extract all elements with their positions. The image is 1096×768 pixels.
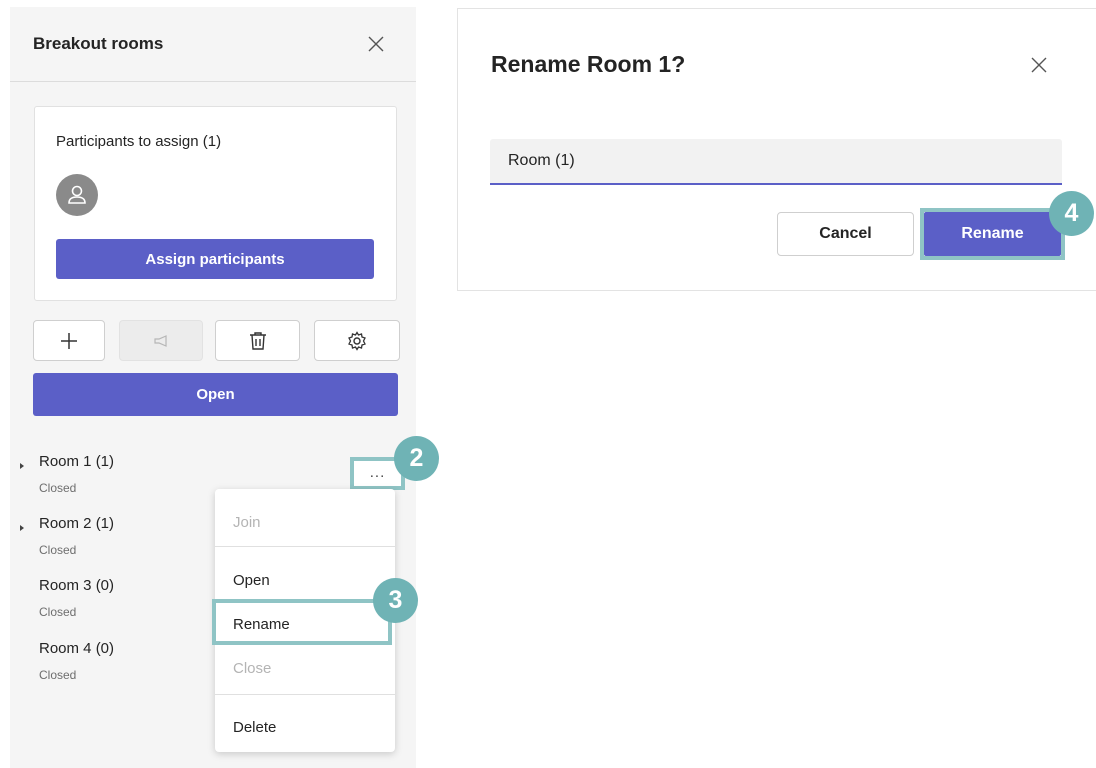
gear-icon xyxy=(348,330,366,351)
add-room-button[interactable] xyxy=(33,320,105,361)
room-settings-button[interactable] xyxy=(314,320,400,361)
announcement-button[interactable] xyxy=(119,320,203,361)
menu-item-delete[interactable]: Delete xyxy=(215,710,395,746)
room-name: Room 2 (1) xyxy=(39,515,115,532)
more-icon: ... xyxy=(369,464,386,481)
plus-icon xyxy=(61,332,77,349)
menu-divider xyxy=(215,694,395,695)
room-status: Closed xyxy=(39,668,77,682)
megaphone-icon xyxy=(154,334,167,347)
room-status: Closed xyxy=(39,543,77,557)
delete-room-button[interactable] xyxy=(215,320,300,361)
rename-dialog: Rename Room 1? Cancel Rename xyxy=(457,8,1096,291)
person-icon xyxy=(68,185,86,204)
room-status: Closed xyxy=(39,605,77,619)
rename-button[interactable]: Rename xyxy=(924,212,1061,256)
close-icon[interactable] xyxy=(365,33,387,55)
menu-divider xyxy=(215,546,395,547)
menu-item-open[interactable]: Open xyxy=(215,563,395,599)
participants-title: Participants to assign (1) xyxy=(56,133,222,150)
expand-caret-icon[interactable] xyxy=(20,463,24,469)
room-name: Room 1 (1) xyxy=(39,453,115,470)
step-badge-3: 3 xyxy=(373,578,418,623)
trash-icon xyxy=(249,331,266,350)
panel-header: Breakout rooms xyxy=(10,7,416,82)
expand-caret-icon[interactable] xyxy=(20,525,24,531)
avatar xyxy=(56,174,98,216)
dialog-title: Rename Room 1? xyxy=(491,51,686,77)
assign-participants-button[interactable]: Assign participants xyxy=(56,239,374,279)
rename-highlight-frame xyxy=(212,599,392,645)
room-name-input[interactable] xyxy=(490,139,1062,185)
cancel-button[interactable]: Cancel xyxy=(777,212,914,256)
room-context-menu: Join Open Rename Close Delete xyxy=(212,489,395,752)
panel-title: Breakout rooms xyxy=(33,34,164,53)
menu-item-close[interactable]: Close xyxy=(215,651,395,687)
participants-card: Participants to assign (1) Assign partic… xyxy=(34,106,397,301)
breakout-rooms-panel: Breakout rooms Participants to assign (1… xyxy=(10,7,416,768)
open-rooms-button[interactable]: Open xyxy=(33,373,398,416)
room-name: Room 3 (0) xyxy=(39,577,115,594)
menu-item-join[interactable]: Join xyxy=(215,505,395,541)
rename-highlight-frame: Rename xyxy=(920,208,1065,260)
room-status: Closed xyxy=(39,481,77,495)
room-name: Room 4 (0) xyxy=(39,640,115,657)
step-badge-4: 4 xyxy=(1049,191,1094,236)
step-badge-2: 2 xyxy=(394,436,439,481)
close-icon[interactable] xyxy=(1028,54,1050,76)
